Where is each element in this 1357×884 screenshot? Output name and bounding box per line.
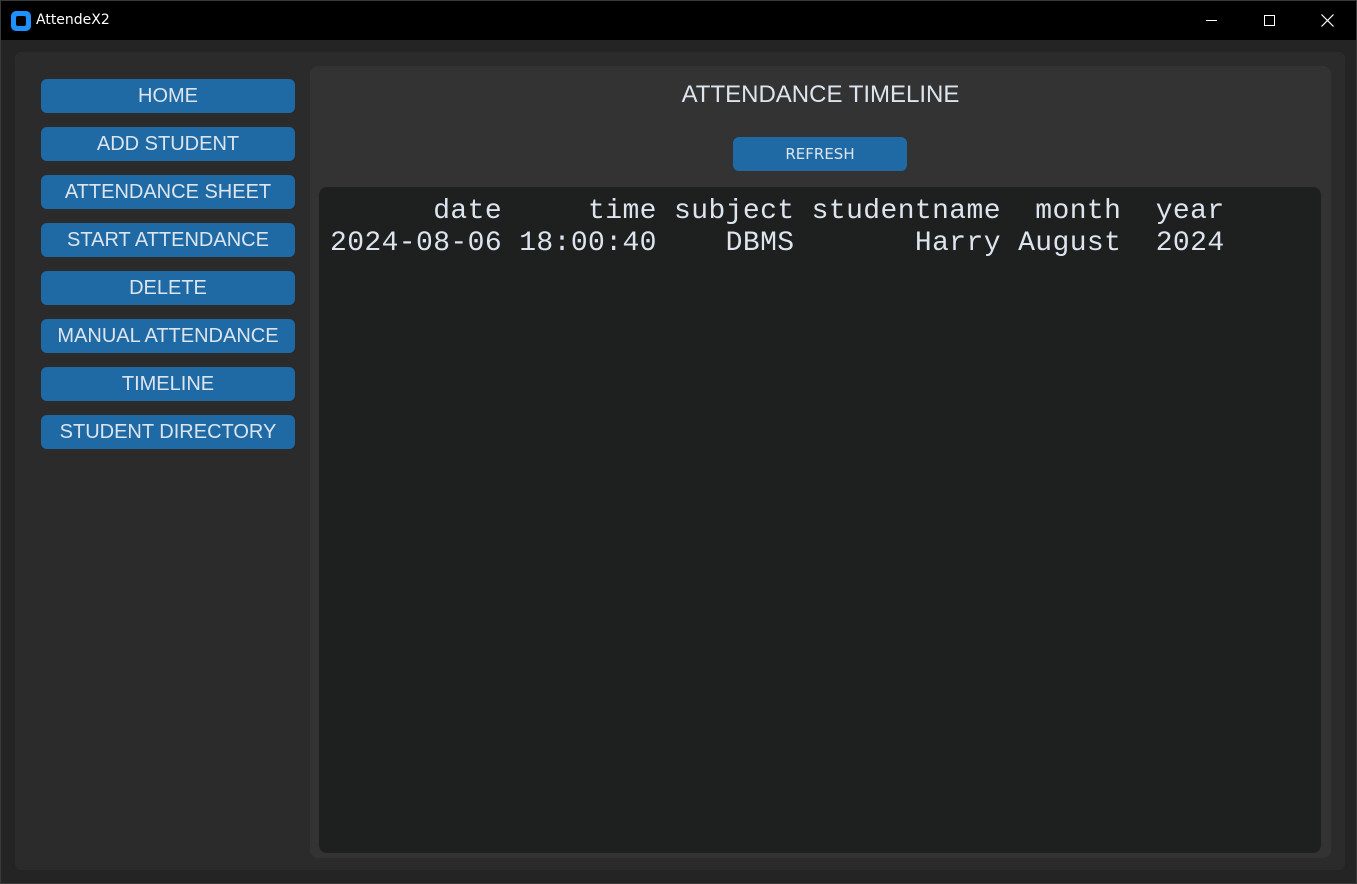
window-title: AttendeX2 (36, 12, 110, 28)
nav-attendance-sheet-button[interactable]: ATTENDANCE SHEET (41, 175, 295, 209)
app-window: AttendeX2 HOME ADD STUDENT ATTENDANCE SH… (0, 0, 1357, 884)
nav-manual-attendance-button[interactable]: MANUAL ATTENDANCE (41, 319, 295, 353)
app-icon (11, 11, 31, 31)
table-row: 2024-08-06 18:00:40 DBMS Harry August 20… (330, 228, 1225, 259)
maximize-icon (1263, 15, 1275, 26)
timeline-textbox[interactable] (319, 187, 1321, 853)
minimize-button[interactable] (1182, 1, 1240, 40)
minimize-icon (1205, 20, 1217, 21)
close-icon (1320, 14, 1334, 27)
nav-add-student-button[interactable]: ADD STUDENT (41, 127, 295, 161)
nav-home-button[interactable]: HOME (41, 79, 295, 113)
refresh-button[interactable]: REFRESH (733, 137, 907, 171)
nav-start-attendance-button[interactable]: START ATTENDANCE (41, 223, 295, 257)
maximize-button[interactable] (1240, 1, 1298, 40)
title-bar[interactable]: AttendeX2 (1, 1, 1356, 40)
nav-delete-button[interactable]: DELETE (41, 271, 295, 305)
table-header: date time subject studentname month year (330, 196, 1225, 227)
page-title: ATTENDANCE TIMELINE (681, 81, 960, 108)
nav-student-directory-button[interactable]: STUDENT DIRECTORY (41, 415, 295, 449)
nav-timeline-button[interactable]: TIMELINE (41, 367, 295, 401)
close-button[interactable] (1298, 1, 1356, 40)
